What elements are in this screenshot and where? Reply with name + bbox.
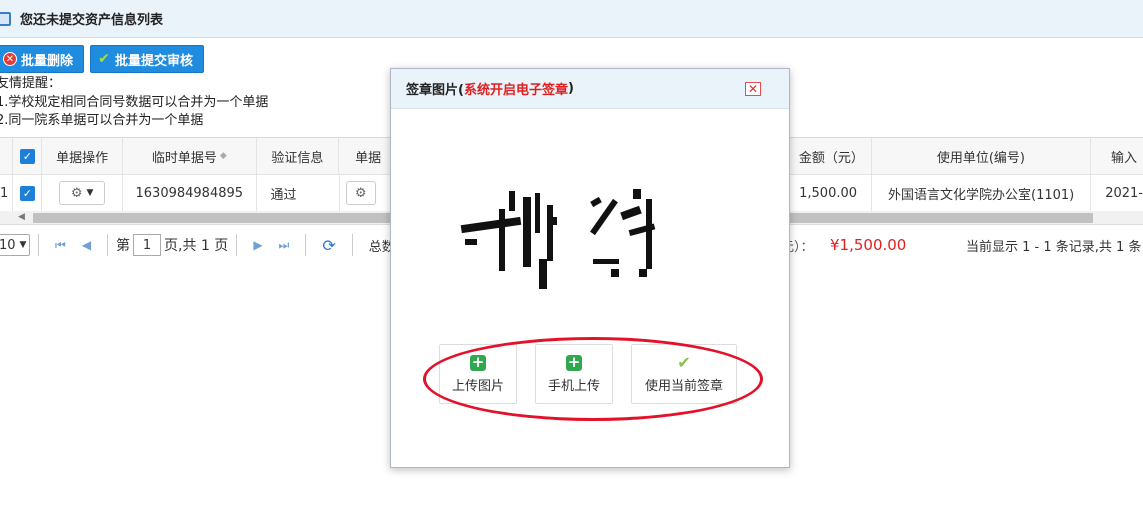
page-prefix: 第 — [116, 238, 131, 254]
header-index — [0, 138, 14, 174]
mobile-upload-label: 手机上传 — [547, 378, 600, 394]
signature-image — [460, 189, 656, 289]
refresh-icon[interactable]: ⟳ — [322, 236, 335, 255]
tips-heading: 友情提醒： — [0, 76, 62, 91]
batch-delete-button[interactable]: ✕ 批量删除 — [0, 45, 85, 73]
page-number-input[interactable]: 1 — [133, 234, 162, 256]
check-icon: ✔ — [677, 352, 691, 372]
next-page-icon[interactable]: ▶ — [253, 238, 262, 252]
gear-icon: ⚙ — [354, 185, 367, 201]
pager-divider — [38, 234, 39, 256]
batch-delete-label: 批量删除 — [21, 53, 74, 69]
pager-divider — [305, 234, 307, 256]
close-button[interactable]: ✕ — [745, 82, 761, 96]
pager-divider — [107, 234, 109, 256]
row-checkbox[interactable]: ✓ — [19, 185, 35, 201]
first-page-icon[interactable]: ⏮ — [55, 238, 66, 253]
use-current-signature-button[interactable]: ✔ 使用当前签章 — [631, 344, 737, 404]
header-col-unit: 使用单位(编号) — [872, 138, 1091, 174]
prev-page-icon[interactable]: ◀ — [82, 238, 91, 252]
mobile-upload-button[interactable]: + 手机上传 — [535, 344, 613, 404]
gear-icon: ⚙ — [70, 185, 83, 201]
use-current-signature-label: 使用当前签章 — [644, 378, 723, 394]
row-doc-button[interactable]: ⚙ — [345, 181, 376, 205]
plus-icon: + — [566, 353, 582, 371]
batch-submit-label: 批量提交审核 — [115, 53, 194, 69]
row-ops-dropdown[interactable]: ⚙ ▼ — [59, 181, 106, 205]
title-bar: 您还未提交资产信息列表 — [0, 0, 1143, 38]
upload-image-button[interactable]: + 上传图片 — [439, 344, 517, 404]
last-page-icon[interactable]: ⏭ — [279, 238, 290, 253]
record-summary: 当前显示 1 - 1 条记录,共 1 条 — [966, 239, 1142, 255]
total-amount: ¥1,500.00 — [830, 236, 907, 254]
close-icon: ✕ — [747, 82, 759, 96]
row-select[interactable]: ✓ — [13, 175, 43, 211]
tips: 友情提醒： 1.学校规定相同合同号数据可以合并为一个单据 2.同一院系单据可以合… — [0, 75, 268, 131]
caret-down-icon: ▼ — [86, 188, 94, 198]
row-ops: ⚙ ▼ — [42, 175, 124, 211]
dialog-title-highlight: 系统开启电子签章 — [463, 83, 568, 98]
header-select-all[interactable]: ✓ — [13, 138, 43, 174]
batch-submit-button[interactable]: ✔ 批量提交审核 — [90, 45, 205, 73]
row-input: 2021- — [1105, 185, 1143, 201]
page-size-select[interactable]: 10 ▼ — [0, 234, 30, 256]
list-icon — [0, 11, 11, 26]
pager-divider — [236, 234, 238, 256]
row-index: 1 — [0, 175, 14, 211]
tips-line-2: 2.同一院系单据可以合并为一个单据 — [0, 113, 204, 128]
dialog-title-suffix: ) — [567, 81, 574, 96]
header-col-temp-no[interactable]: 临时单据号 ◆ — [123, 138, 257, 174]
header-col-ops: 单据操作 — [42, 138, 124, 174]
chevron-down-icon: ▼ — [19, 240, 27, 250]
scroll-left-icon[interactable]: ◀ — [18, 212, 25, 222]
plus-icon: + — [470, 353, 486, 371]
pager-divider — [351, 234, 353, 256]
page-size-value: 10 — [0, 237, 16, 253]
page-title: 您还未提交资产信息列表 — [20, 13, 164, 28]
tips-line-1: 1.学校规定相同合同号数据可以合并为一个单据 — [0, 94, 269, 110]
upload-image-label: 上传图片 — [451, 378, 504, 394]
row-verify: 通过 — [257, 175, 340, 211]
page-suffix: 页,共 1 页 — [164, 238, 229, 254]
header-col-input: 输入 — [1110, 150, 1137, 166]
page: 您还未提交资产信息列表 ✕ 批量删除 ✔ 批量提交审核 友情提醒： 1.学校规定… — [0, 0, 1143, 520]
dialog-header: 签章图片(系统开启电子签章) — [391, 69, 789, 109]
header-col-temp-no-label: 临时单据号 — [151, 150, 217, 166]
signature-dialog: 签章图片(系统开启电子签章) ✕ + 上传图片 + 手机上传 ✔ 使用当前签章 — [390, 68, 790, 468]
header-col-verify: 验证信息 — [257, 138, 340, 174]
header-col-amount: 金额（元） — [797, 138, 872, 174]
select-all-checkbox[interactable]: ✓ — [19, 148, 35, 164]
sort-icon[interactable]: ◆ — [220, 151, 227, 161]
toolbar: ✕ 批量删除 ✔ 批量提交审核 — [0, 45, 205, 73]
row-temp-no: 1630984984895 — [123, 175, 257, 211]
dialog-actions: + 上传图片 + 手机上传 ✔ 使用当前签章 — [439, 344, 737, 404]
check-icon: ✔ — [98, 51, 110, 67]
delete-icon: ✕ — [3, 52, 17, 66]
row-unit: 外国语言文化学院办公室(1101) — [872, 175, 1092, 211]
row-amount: 1,500.00 — [797, 175, 873, 211]
dialog-title-prefix: 签章图片( — [406, 83, 464, 98]
